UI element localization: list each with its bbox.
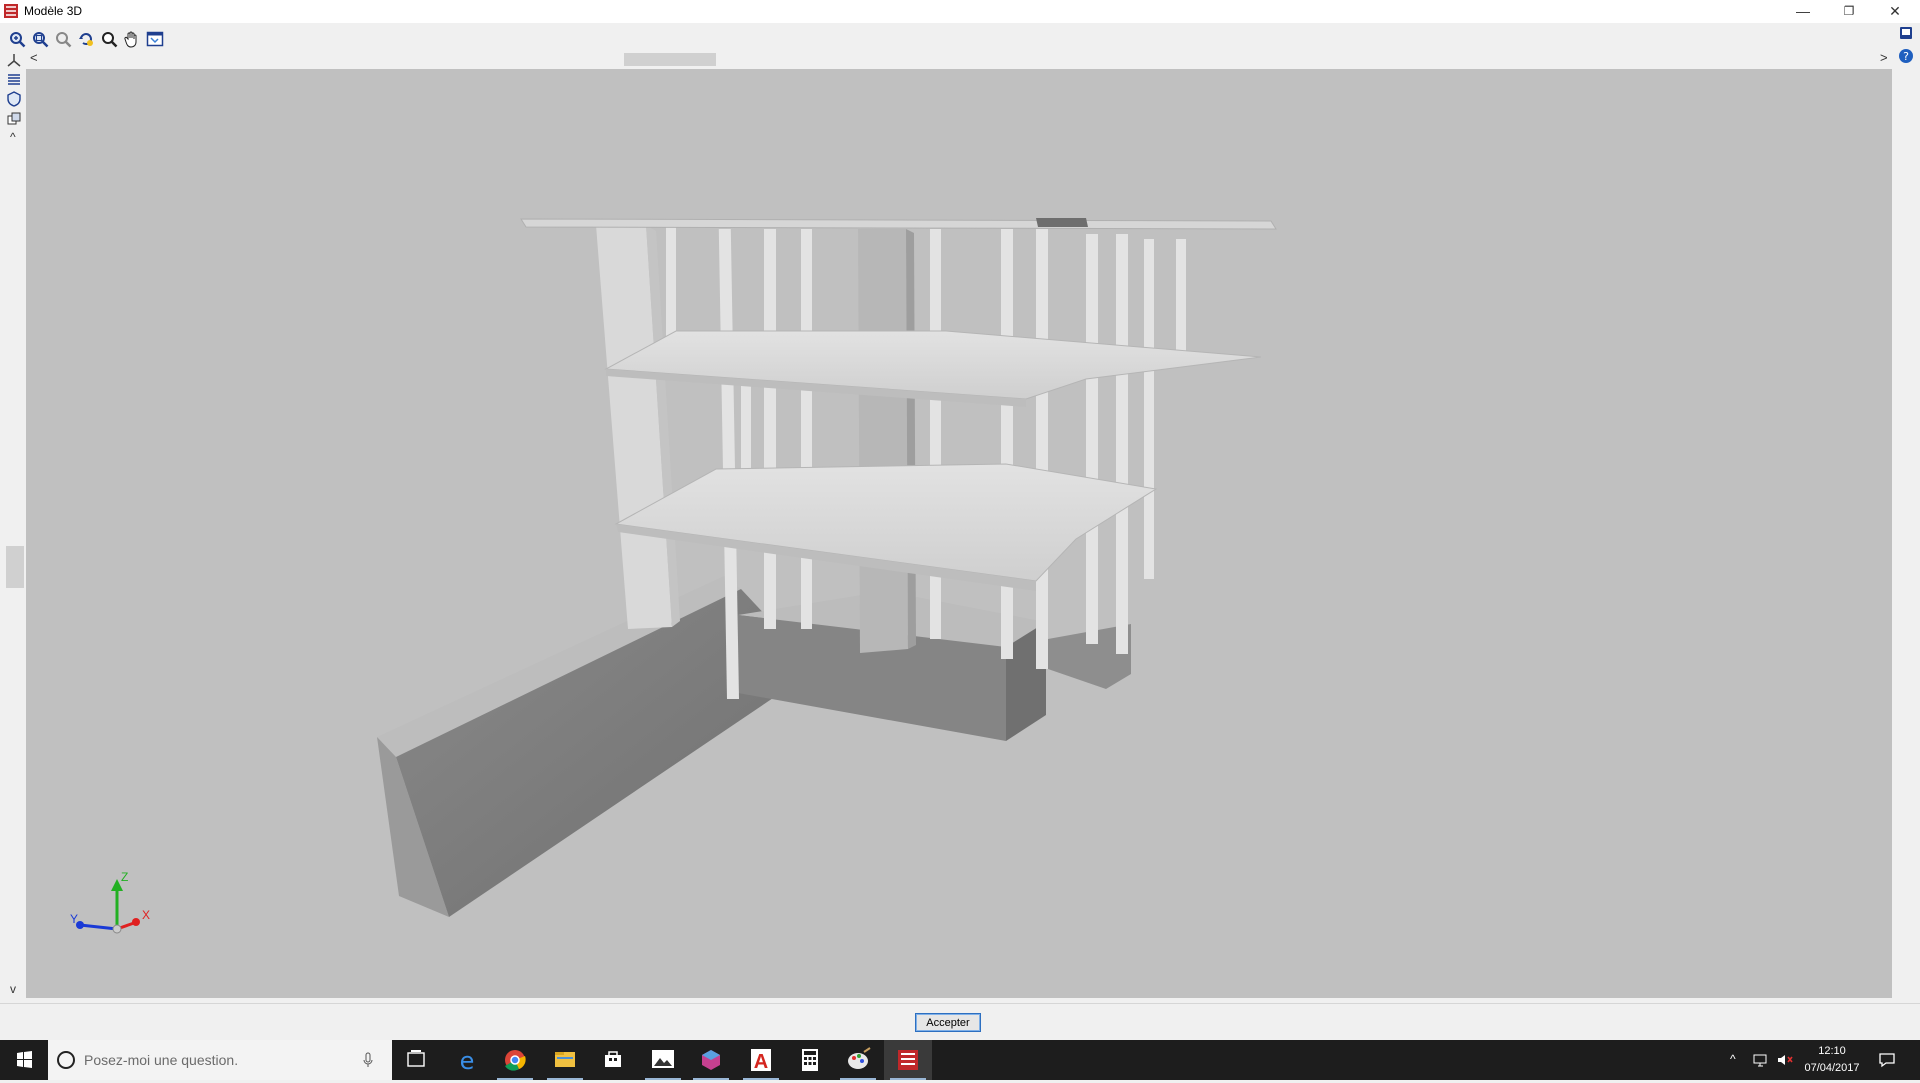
axes-icon[interactable] bbox=[6, 52, 22, 68]
vertical-scroll-thumb[interactable] bbox=[6, 546, 24, 588]
view-select-icon[interactable] bbox=[146, 30, 164, 48]
clock-date[interactable]: 07/04/2017 bbox=[1797, 1062, 1867, 1074]
roof-slab bbox=[520, 218, 1277, 230]
scroll-down-arrow[interactable]: v bbox=[10, 982, 16, 996]
calculator-icon[interactable] bbox=[786, 1040, 834, 1080]
status-divider bbox=[0, 1003, 1920, 1004]
taskbar-search[interactable]: Posez-moi une question. bbox=[48, 1040, 392, 1080]
photos-icon[interactable] bbox=[639, 1040, 687, 1080]
clock-time[interactable]: 12:10 bbox=[1797, 1045, 1867, 1057]
axis-x-label: X bbox=[142, 908, 150, 922]
building-model bbox=[377, 218, 1277, 917]
collapse-arrow[interactable]: ^ bbox=[10, 130, 16, 144]
title-bar: Modèle 3D — ❐ ✕ bbox=[0, 0, 1920, 23]
microphone-icon[interactable] bbox=[362, 1052, 374, 1068]
search-placeholder: Posez-moi une question. bbox=[84, 1052, 239, 1068]
notifications-icon[interactable] bbox=[1878, 1052, 1896, 1068]
zoom-previous-icon[interactable] bbox=[54, 30, 72, 48]
pan-hand-icon[interactable] bbox=[123, 30, 141, 48]
left-toolbar: ^ v bbox=[0, 52, 26, 1002]
scroll-left-arrow[interactable]: < bbox=[30, 50, 38, 65]
task-view-icon[interactable] bbox=[392, 1040, 440, 1080]
app-icon bbox=[4, 4, 18, 18]
tray-expand-icon[interactable]: ^ bbox=[1730, 1052, 1736, 1066]
cype-app-icon[interactable] bbox=[884, 1040, 932, 1080]
horizontal-scrollbar[interactable]: < > bbox=[26, 50, 1888, 68]
book-icon[interactable] bbox=[1898, 25, 1914, 41]
svg-text:A: A bbox=[754, 1051, 768, 1073]
paint-icon[interactable] bbox=[834, 1040, 882, 1080]
close-button[interactable]: ✕ bbox=[1872, 0, 1918, 23]
svg-text:e: e bbox=[460, 1047, 475, 1075]
acrobat-icon[interactable]: A bbox=[737, 1040, 785, 1080]
cube-app-icon[interactable] bbox=[687, 1040, 735, 1080]
shield-icon[interactable] bbox=[6, 91, 22, 107]
taskbar: Posez-moi une question. e A ^ 12:10 07/0… bbox=[0, 1040, 1920, 1080]
zoom-window-icon[interactable] bbox=[31, 30, 49, 48]
slab-level-2 bbox=[604, 330, 1262, 400]
volume-muted-icon[interactable] bbox=[1776, 1052, 1794, 1068]
horizontal-scroll-thumb[interactable] bbox=[624, 53, 716, 66]
scroll-right-arrow[interactable]: > bbox=[1880, 50, 1888, 65]
cortana-icon bbox=[57, 1051, 75, 1069]
rotate-view-icon[interactable] bbox=[77, 30, 95, 48]
store-icon[interactable] bbox=[589, 1040, 637, 1080]
minimize-button[interactable]: — bbox=[1780, 0, 1826, 23]
views-icon[interactable] bbox=[6, 111, 22, 127]
3d-viewport[interactable]: Z Y X bbox=[26, 69, 1892, 998]
restore-button[interactable]: ❐ bbox=[1826, 0, 1872, 23]
network-icon[interactable] bbox=[1752, 1052, 1770, 1068]
svg-text:?: ? bbox=[1903, 50, 1909, 63]
layers-icon[interactable] bbox=[6, 71, 22, 87]
roof-dark-beam bbox=[1036, 218, 1088, 227]
chrome-icon[interactable] bbox=[491, 1040, 539, 1080]
accept-button[interactable]: Accepter bbox=[915, 1013, 981, 1032]
edge-icon[interactable]: e bbox=[443, 1040, 491, 1080]
file-explorer-icon[interactable] bbox=[541, 1040, 589, 1080]
axis-triad: Z Y X bbox=[70, 870, 150, 934]
help-icon[interactable]: ? bbox=[1898, 48, 1914, 64]
zoom-all-icon[interactable] bbox=[8, 30, 26, 48]
window-title: Modèle 3D bbox=[24, 4, 83, 18]
axis-y-label: Y bbox=[70, 912, 78, 926]
axis-z-label: Z bbox=[121, 870, 128, 884]
view-toolbar bbox=[0, 27, 200, 51]
zoom-icon[interactable] bbox=[100, 30, 118, 48]
elevator-core bbox=[858, 229, 908, 653]
windows-start-icon[interactable] bbox=[0, 1040, 48, 1080]
